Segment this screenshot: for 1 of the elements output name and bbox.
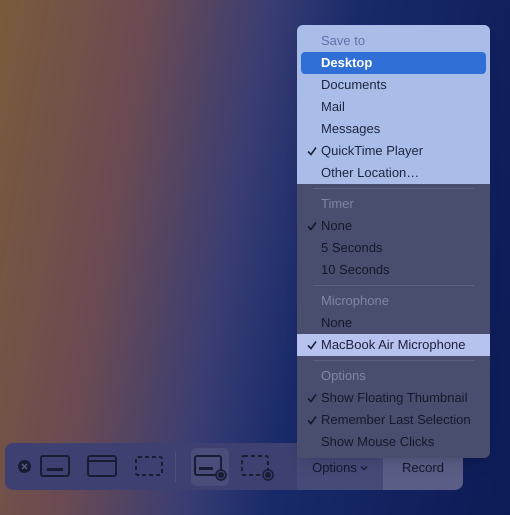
section-heading: Save to [320, 32, 366, 50]
